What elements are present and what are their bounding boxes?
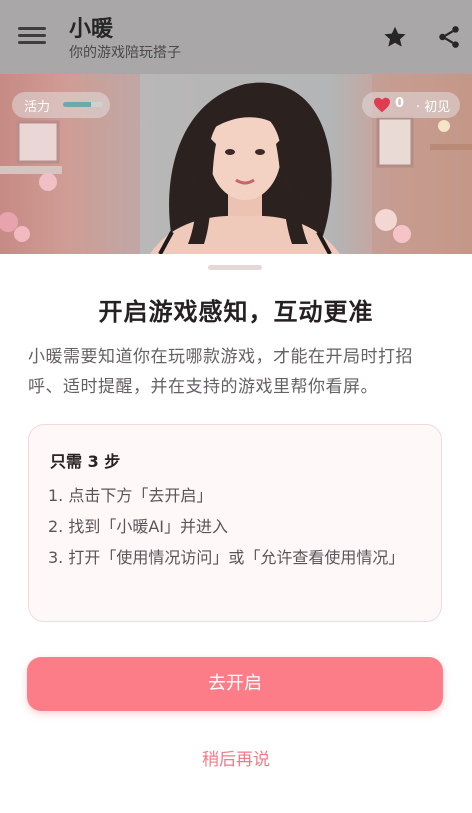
share-icon[interactable]	[436, 24, 462, 50]
sheet-title: 开启游戏感知，互动更准	[98, 298, 374, 326]
step-item: 2. 找到「小暖AI」并进入	[48, 517, 229, 536]
affinity-count: 0	[395, 96, 405, 111]
step-item: 3. 打开「使用情况访问」或「允许查看使用情况」	[48, 548, 405, 567]
heart-icon	[373, 97, 391, 113]
affinity-level-text: 初见	[424, 100, 451, 115]
hamburger-menu-icon[interactable]	[18, 23, 46, 47]
step-item: 1. 点击下方「去开启」	[48, 486, 213, 505]
app-subtitle: 你的游戏陪玩搭子	[69, 45, 181, 61]
go-enable-button[interactable]: 去开启	[27, 657, 443, 711]
sheet-description: 小暖需要知道你在玩哪款游戏，才能在开局时打招呼、适时提醒，并在支持的游戏里帮你看…	[28, 347, 413, 397]
energy-label: 活力	[24, 100, 51, 115]
steps-heading: 只需 3 步	[50, 452, 121, 471]
later-button[interactable]: 稍后再说	[0, 745, 472, 770]
star-icon[interactable]	[382, 24, 408, 50]
affinity-level: · 初见	[416, 100, 451, 115]
app-title: 小暖	[69, 17, 114, 42]
sheet-drag-handle[interactable]	[208, 265, 262, 270]
energy-bar-fill	[63, 102, 91, 107]
energy-bar	[63, 102, 103, 107]
